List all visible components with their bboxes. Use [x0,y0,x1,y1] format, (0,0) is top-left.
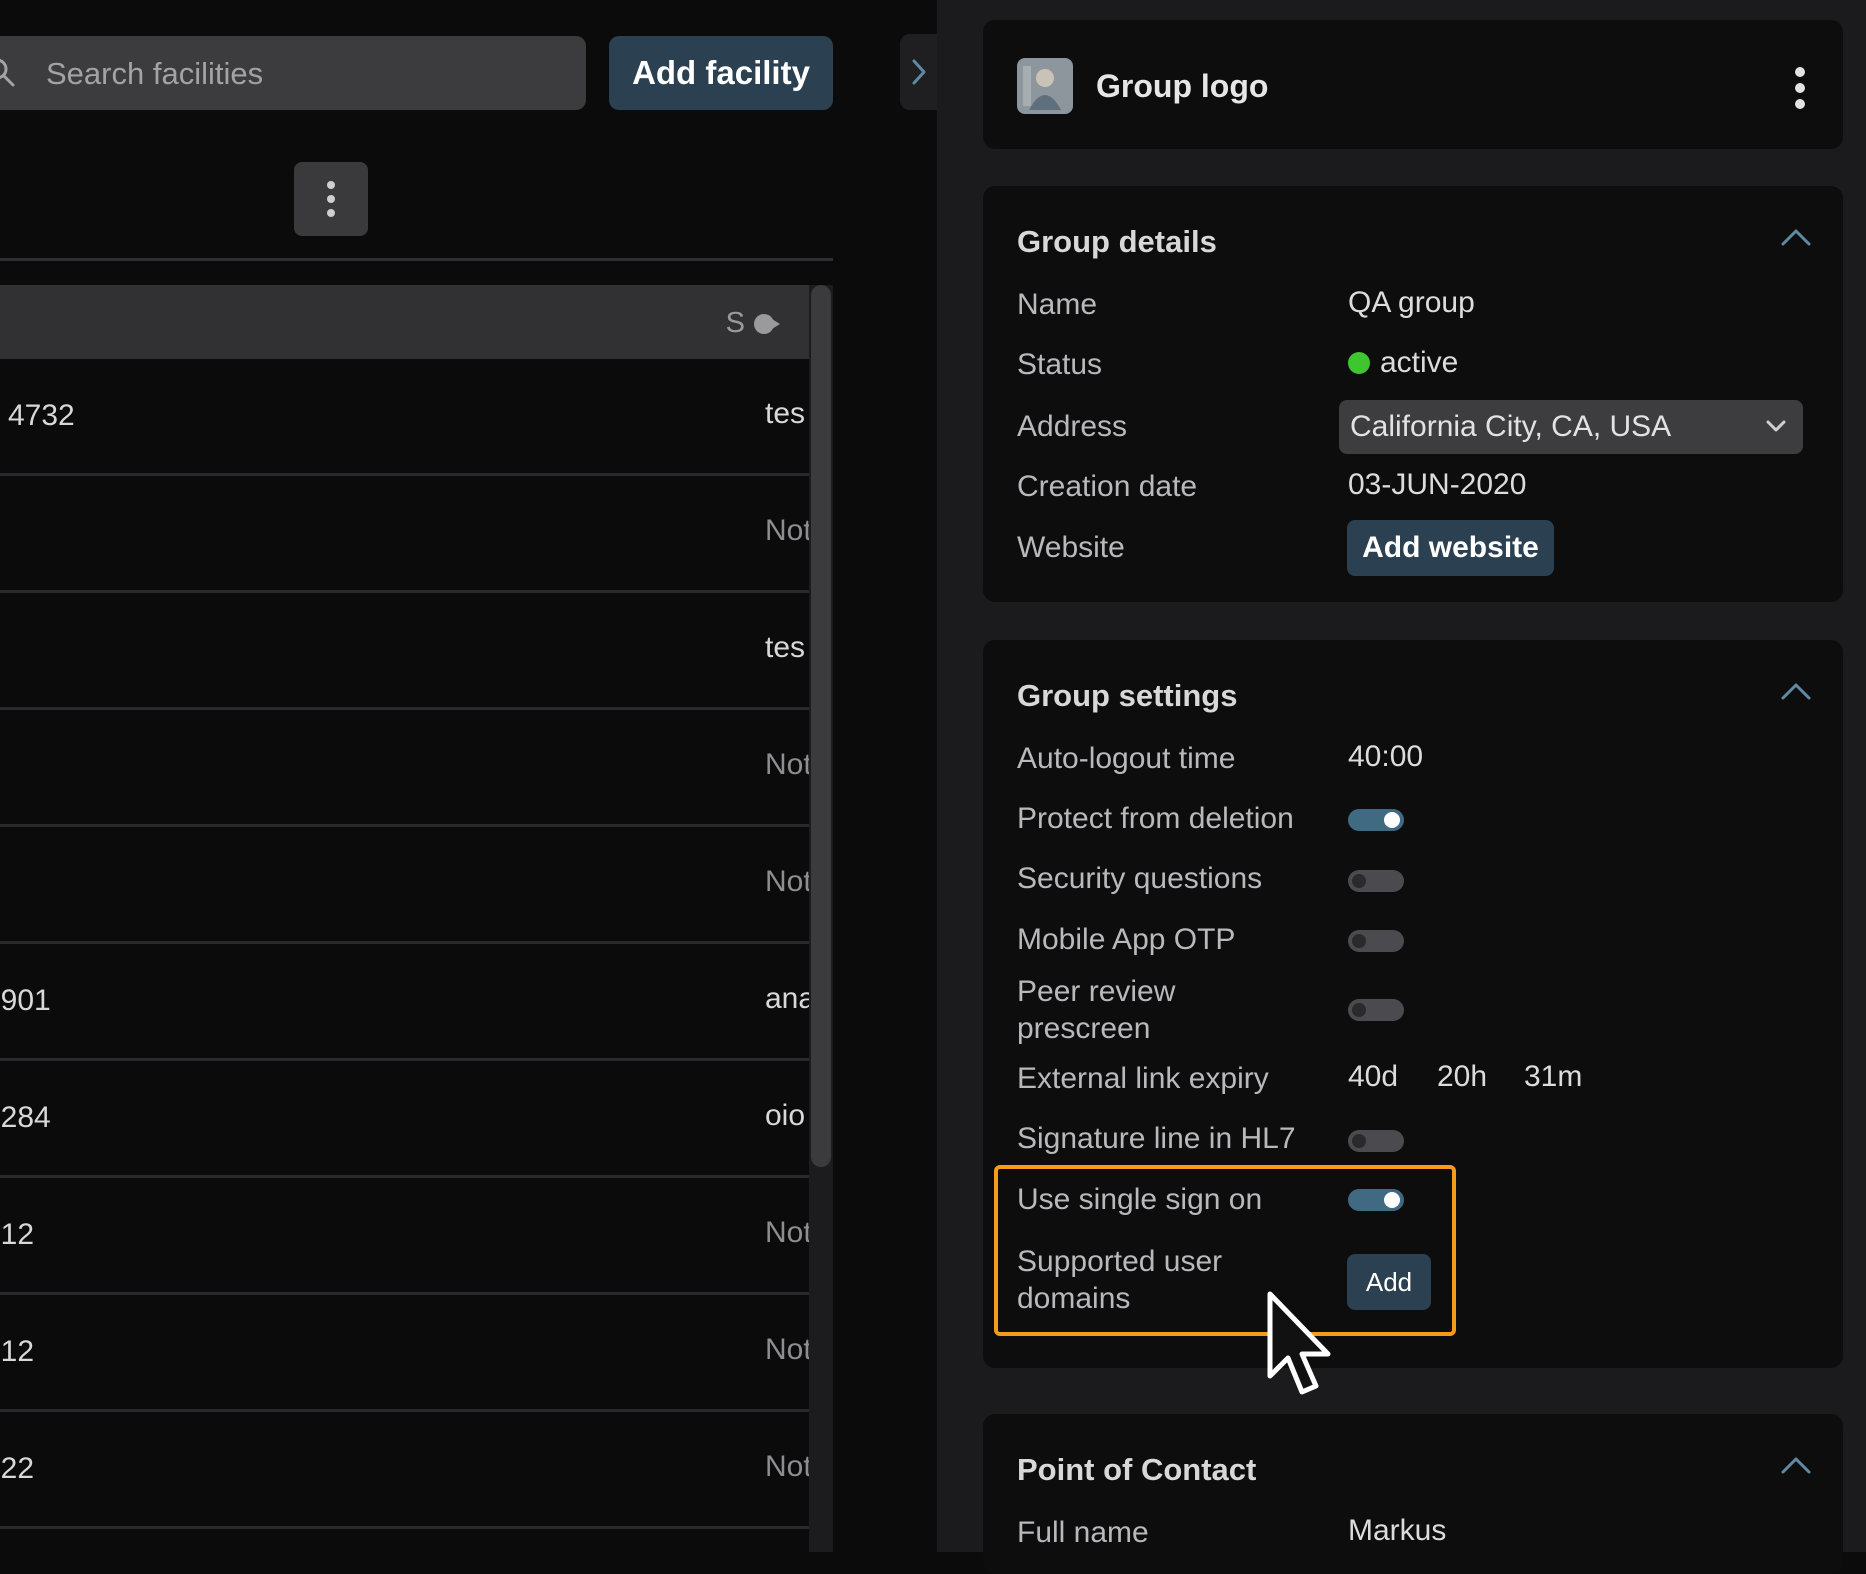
table-row[interactable]: Not [0,827,809,944]
row-cell: Not [765,1216,809,1249]
protect-deletion-label: Protect from deletion [1017,802,1294,835]
status-badge: active [1348,346,1458,380]
row-id: 222 [0,1452,35,1485]
chevron-up-icon[interactable] [1779,1454,1813,1476]
point-of-contact-card: Point of Contact Full name Markus [983,1414,1843,1574]
auto-logout-value[interactable]: 40:00 [1348,740,1423,774]
status-label: Status [1017,348,1103,381]
add-website-button[interactable]: Add website [1347,520,1554,576]
table-row[interactable]: 5284 oio [0,1061,809,1178]
divider [0,258,833,261]
group-details-card: Group details Name QA group Status activ… [983,186,1843,602]
link-expiry-minutes[interactable]: 31m [1524,1060,1582,1094]
logo-thumbnail-icon [1017,58,1073,114]
search-placeholder: Search facilities [46,56,264,91]
group-logo-card: Group logo [983,20,1843,149]
address-select[interactable]: California City, CA, USA [1339,400,1803,454]
peer-review-label: Peer review prescreen [1017,975,1176,1045]
table-row[interactable]: 312 Not [0,1295,809,1412]
chevron-right-icon [912,59,925,85]
add-facility-button[interactable]: Add facility [609,36,833,110]
row-cell: tes [765,631,806,664]
kebab-menu-icon [327,181,335,217]
table-row[interactable]: 512 Not [0,1178,809,1295]
row-cell: Not [765,514,809,547]
peer-review-toggle[interactable] [1348,999,1404,1021]
link-expiry-hours[interactable]: 20h [1437,1060,1487,1094]
table-row[interactable]: 222 Not [0,1412,809,1529]
section-title: Point of Contact [1017,1452,1257,1487]
creation-date-value: 03-JUN-2020 [1348,468,1527,501]
full-name-label: Full name [1017,1516,1149,1549]
table-row[interactable]: tes [0,593,809,710]
status-dot-icon [1348,352,1370,374]
address-value: California City, CA, USA [1350,410,1672,443]
table-row[interactable]: Not [0,710,809,827]
table-header: S [0,285,809,359]
row-cell: Not [765,1450,809,1483]
collapse-panel-button[interactable] [900,34,937,110]
row-cell: tes [765,397,806,430]
link-expiry-label: External link expiry [1017,1062,1269,1095]
name-value: QA group [1348,286,1475,319]
table-row[interactable]: 3901 ana [0,944,809,1061]
row-id: 3901 [0,984,51,1017]
scrollbar-thumb[interactable] [811,285,831,1167]
chevron-up-icon[interactable] [1779,226,1813,248]
name-label: Name [1017,288,1098,321]
search-icon [0,58,15,87]
link-expiry-days[interactable]: 40d [1348,1060,1398,1094]
facilities-table: 4732tes Not tes Not Not 3901ana 5284oio … [0,359,809,1529]
full-name-value: Markus [1348,1514,1447,1547]
mouse-pointer-icon [1267,1291,1331,1395]
column-resize-handle-icon [754,314,780,334]
auto-logout-label: Auto-logout time [1017,742,1236,775]
search-input[interactable]: Search facilities [0,36,586,110]
table-row[interactable]: Not [0,476,809,593]
group-logo-image[interactable] [1017,58,1073,114]
website-label: Website [1017,531,1125,564]
row-id: 312 [0,1335,35,1368]
address-label: Address [1017,410,1128,443]
protect-deletion-toggle[interactable] [1348,809,1404,831]
sso-highlight-box [994,1165,1456,1336]
row-cell: oio [765,1099,806,1132]
security-questions-toggle[interactable] [1348,870,1404,892]
chevron-down-icon [1766,420,1786,432]
mobile-otp-label: Mobile App OTP [1017,923,1236,956]
row-id: 4732 [8,399,75,432]
section-title: Group settings [1017,678,1238,713]
row-cell: ana [765,982,809,1015]
security-questions-label: Security questions [1017,862,1263,895]
row-id: 512 [0,1218,35,1251]
column-header-partial[interactable]: S [726,307,781,340]
creation-date-label: Creation date [1017,470,1198,503]
more-options-button[interactable] [294,162,368,236]
hl7-signature-toggle[interactable] [1348,1130,1404,1152]
table-scrollbar[interactable] [809,285,833,1552]
facilities-pane: Search facilities Add facility S 4732 tes… [0,0,937,1552]
group-logo-title: Group logo [1096,68,1269,104]
chevron-up-icon[interactable] [1779,680,1813,702]
mobile-otp-toggle[interactable] [1348,930,1404,952]
row-cell: Not [765,865,809,898]
row-cell: Not [765,748,809,781]
kebab-menu-icon[interactable] [1793,66,1807,110]
hl7-signature-label: Signature line in HL7 [1017,1122,1296,1155]
section-title: Group details [1017,224,1217,259]
row-cell: Not [765,1333,809,1366]
row-id: 5284 [0,1101,51,1134]
table-row[interactable]: 4732 tes [0,359,809,476]
